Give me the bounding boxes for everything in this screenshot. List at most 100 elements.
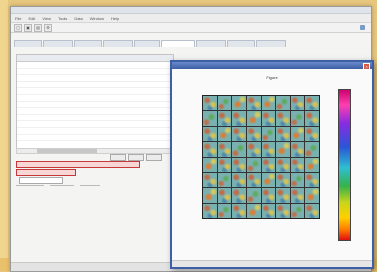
table-row[interactable]	[17, 82, 173, 89]
menu-edit[interactable]: Edit	[28, 16, 35, 21]
heatmap-cell[interactable]	[290, 172, 305, 188]
tab-9[interactable]	[256, 40, 286, 47]
heatmap-cell[interactable]	[203, 111, 217, 126]
heatmap-cell[interactable]	[305, 203, 319, 218]
heatmap-cell[interactable]	[217, 188, 232, 203]
app-titlebar[interactable]	[11, 7, 371, 14]
heatmap-cell[interactable]	[217, 172, 232, 188]
tab-2[interactable]	[43, 40, 73, 47]
table-row[interactable]	[17, 108, 173, 115]
heatmap-cell[interactable]	[246, 111, 261, 126]
table-row[interactable]	[17, 75, 173, 82]
heatmap-cell[interactable]	[305, 96, 319, 111]
heatmap-cell[interactable]	[305, 188, 319, 203]
heatmap-cell[interactable]	[261, 172, 276, 188]
heatmap-cell[interactable]	[203, 203, 217, 218]
heatmap-cell[interactable]	[232, 157, 246, 172]
heatmap-cell[interactable]	[276, 157, 290, 172]
heatmap-cell[interactable]	[217, 142, 232, 157]
heatmap-cell[interactable]	[261, 126, 276, 142]
scrollbar-thumb[interactable]	[37, 149, 97, 153]
heatmap-cell[interactable]	[203, 126, 217, 142]
tab-8[interactable]	[227, 40, 255, 47]
heatmap-cell[interactable]	[290, 111, 305, 126]
table-row[interactable]	[17, 69, 173, 76]
heatmap-cell[interactable]	[217, 96, 232, 111]
heatmap-cell[interactable]	[261, 142, 276, 157]
tab-1[interactable]	[14, 40, 42, 47]
settings-icon[interactable]: ⚙	[44, 23, 52, 32]
heatmap-cell[interactable]	[203, 96, 217, 111]
heatmap-cell[interactable]	[217, 126, 232, 142]
heatmap-cell[interactable]	[203, 142, 217, 157]
tab-6-active[interactable]	[161, 40, 195, 47]
heatmap-cell[interactable]	[305, 172, 319, 188]
menu-help[interactable]: Help	[111, 16, 119, 21]
close-icon[interactable]: ×	[363, 63, 370, 70]
heatmap-cell[interactable]	[217, 203, 232, 218]
heatmap-cell[interactable]	[246, 96, 261, 111]
error-field-1[interactable]	[16, 160, 140, 168]
heatmap-cell[interactable]	[261, 157, 276, 172]
heatmap-cell[interactable]	[261, 203, 276, 218]
heatmap-cell[interactable]	[232, 172, 246, 188]
menu-view[interactable]: View	[42, 16, 51, 21]
heatmap-cell[interactable]	[276, 96, 290, 111]
print-icon[interactable]: ▤	[34, 23, 42, 32]
error-field-2[interactable]	[16, 168, 76, 176]
table-button-3[interactable]	[146, 154, 162, 161]
menu-file[interactable]: File	[15, 16, 21, 21]
heatmap-cell[interactable]	[261, 111, 276, 126]
heatmap-cell[interactable]	[276, 188, 290, 203]
heatmap-cell[interactable]	[290, 126, 305, 142]
column-header-1[interactable]	[17, 55, 65, 61]
table-row[interactable]	[17, 128, 173, 135]
heatmap-cell[interactable]	[232, 126, 246, 142]
heatmap-cell[interactable]	[261, 96, 276, 111]
heatmap-cell[interactable]	[276, 172, 290, 188]
heatmap-cell[interactable]	[203, 157, 217, 172]
heatmap-cell[interactable]	[232, 96, 246, 111]
heatmap-cell[interactable]	[290, 157, 305, 172]
heatmap-cell[interactable]	[246, 172, 261, 188]
heatmap-cell[interactable]	[305, 111, 319, 126]
heatmap-cell[interactable]	[246, 126, 261, 142]
table-row[interactable]	[17, 115, 173, 122]
table-row[interactable]	[17, 88, 173, 95]
heatmap-cell[interactable]	[246, 142, 261, 157]
form-input[interactable]	[19, 176, 63, 184]
tab-4[interactable]	[103, 40, 133, 47]
table-row[interactable]	[17, 95, 173, 102]
heatmap-cell[interactable]	[290, 188, 305, 203]
heatmap-cell[interactable]	[203, 172, 217, 188]
column-header-3[interactable]	[101, 55, 163, 61]
heatmap-cell[interactable]	[290, 96, 305, 111]
heatmap-cell[interactable]	[232, 111, 246, 126]
heatmap-window-titlebar[interactable]	[172, 62, 372, 69]
tab-7[interactable]	[196, 40, 226, 47]
heatmap-cell[interactable]	[290, 142, 305, 157]
table-row[interactable]	[17, 62, 173, 69]
heatmap-cell[interactable]	[276, 142, 290, 157]
heatmap-cell[interactable]	[276, 203, 290, 218]
open-icon[interactable]: ▢	[14, 23, 22, 32]
heatmap-cell[interactable]	[305, 142, 319, 157]
tab-3[interactable]	[74, 40, 102, 47]
table-row[interactable]	[17, 135, 173, 142]
heatmap-cell[interactable]	[246, 203, 261, 218]
table-row[interactable]	[17, 102, 173, 109]
save-icon[interactable]: ▣	[24, 23, 32, 32]
tab-5[interactable]	[134, 40, 160, 47]
heatmap-cell[interactable]	[276, 111, 290, 126]
heatmap-cell[interactable]	[217, 157, 232, 172]
heatmap-cell[interactable]	[203, 188, 217, 203]
heatmap-cell[interactable]	[246, 188, 261, 203]
heatmap-cell[interactable]	[261, 188, 276, 203]
menu-window[interactable]: Window	[90, 16, 104, 21]
column-header-2[interactable]	[65, 55, 101, 61]
heatmap-cell[interactable]	[305, 126, 319, 142]
heatmap-cell[interactable]	[232, 188, 246, 203]
table-row[interactable]	[17, 121, 173, 128]
menu-data[interactable]: Data	[74, 16, 82, 21]
heatmap-cell[interactable]	[232, 203, 246, 218]
